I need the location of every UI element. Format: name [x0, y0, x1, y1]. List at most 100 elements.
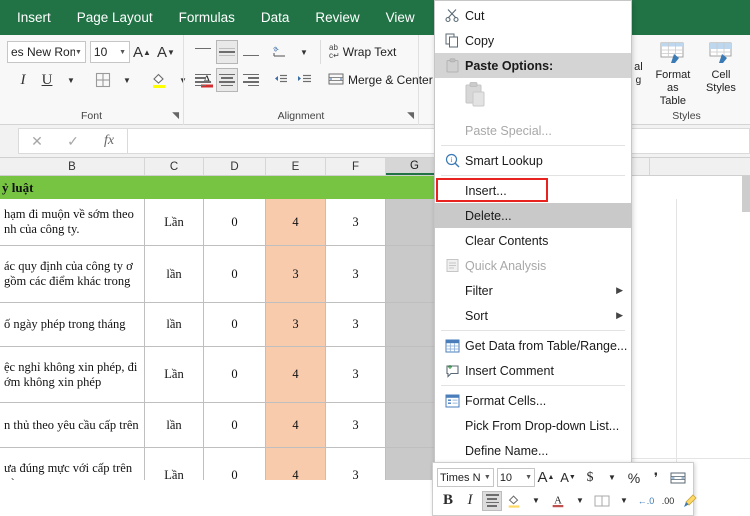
- fx-icon[interactable]: fx: [91, 129, 127, 153]
- tab-data[interactable]: Data: [248, 0, 303, 35]
- italic-button[interactable]: I: [12, 68, 34, 92]
- menu-item-delete[interactable]: Delete...: [435, 203, 631, 228]
- tab-review[interactable]: Review: [302, 0, 372, 35]
- align-bottom-button[interactable]: [240, 40, 262, 64]
- column-header-C[interactable]: C: [145, 158, 204, 175]
- cell-E[interactable]: 4: [266, 199, 326, 246]
- font-name-combo[interactable]: es New Romar ▼: [7, 41, 86, 63]
- menu-item-define-name[interactable]: Define Name...: [435, 438, 631, 463]
- cell-F[interactable]: 3: [326, 448, 386, 480]
- menu-item-pick-from-dropdown[interactable]: Pick From Drop-down List...: [435, 413, 631, 438]
- align-middle-button[interactable]: [216, 40, 238, 64]
- chevron-down-icon[interactable]: ▼: [602, 468, 622, 488]
- merge-cells-icon[interactable]: [668, 468, 688, 488]
- chevron-down-icon[interactable]: ▼: [570, 491, 590, 511]
- mini-bold-button[interactable]: B: [438, 491, 458, 511]
- worksheet-grid[interactable]: ỷ luật hạm đi muộn về sớm theo nh của cô…: [0, 176, 750, 480]
- orientation-dropdown-icon[interactable]: ▼: [293, 40, 315, 64]
- align-right-button[interactable]: [240, 68, 262, 92]
- cell-D[interactable]: 0: [204, 448, 266, 480]
- underline-button[interactable]: U: [36, 68, 58, 92]
- mini-percent-button[interactable]: %: [624, 468, 644, 488]
- mini-font-size-combo[interactable]: 10 ▼: [496, 468, 535, 487]
- mini-font-name-combo[interactable]: Times N ▼: [437, 468, 494, 487]
- tab-page-layout[interactable]: Page Layout: [64, 0, 166, 35]
- table-row[interactable]: ác quy định của công ty ơ gồm các điểm k…: [0, 246, 750, 303]
- mini-currency-button[interactable]: $: [580, 468, 600, 488]
- fill-color-icon[interactable]: [148, 68, 170, 92]
- increase-indent-icon[interactable]: [293, 68, 315, 92]
- format-painter-icon[interactable]: [680, 491, 700, 511]
- font-dialog-launcher[interactable]: ◥: [172, 110, 179, 121]
- cell-D[interactable]: 0: [204, 303, 266, 347]
- orientation-icon[interactable]: a: [269, 40, 291, 64]
- shrink-font-button[interactable]: A ▼: [155, 40, 177, 64]
- mini-shrink-font-button[interactable]: A ▼: [558, 468, 578, 488]
- close-icon[interactable]: ✕: [19, 129, 55, 153]
- menu-item-format-cells[interactable]: Format Cells...: [435, 388, 631, 413]
- menu-paste-preview-row[interactable]: [435, 78, 631, 118]
- format-as-table-button[interactable]: Format as Table: [649, 39, 697, 108]
- context-menu[interactable]: Cut Copy Paste Options: Paste Special...…: [434, 0, 632, 491]
- menu-item-filter[interactable]: Filter ▶: [435, 278, 631, 303]
- cell-E[interactable]: 4: [266, 347, 326, 403]
- menu-item-cut[interactable]: Cut: [435, 3, 631, 28]
- cell-F[interactable]: 3: [326, 199, 386, 246]
- align-left-button[interactable]: [192, 68, 214, 92]
- tab-view[interactable]: View: [373, 0, 428, 35]
- menu-item-clear-contents[interactable]: Clear Contents: [435, 228, 631, 253]
- menu-item-insert-comment[interactable]: Insert Comment: [435, 358, 631, 383]
- table-row[interactable]: ệc nghỉ không xin phép, đi ớm không xin …: [0, 347, 750, 403]
- grow-font-button[interactable]: A ▲: [131, 40, 153, 64]
- cell-C[interactable]: Lần: [145, 448, 204, 480]
- column-header-F[interactable]: F: [326, 158, 386, 175]
- table-row[interactable]: hạm đi muộn về sớm theo nh của công ty. …: [0, 199, 750, 246]
- cell-C[interactable]: lần: [145, 403, 204, 448]
- cell-D[interactable]: 0: [204, 199, 266, 246]
- vertical-scrollbar-thumb[interactable]: [742, 176, 750, 212]
- align-center-button[interactable]: [216, 68, 238, 92]
- cell-B[interactable]: ố ngày phép trong tháng: [0, 303, 145, 347]
- tab-insert[interactable]: Insert: [4, 0, 64, 35]
- cell-D[interactable]: 0: [204, 403, 266, 448]
- menu-item-get-data-from-table[interactable]: Get Data from Table/Range...: [435, 333, 631, 358]
- menu-item-smart-lookup[interactable]: i Smart Lookup: [435, 148, 631, 173]
- cell-F[interactable]: 3: [326, 303, 386, 347]
- paste-ghost-icon[interactable]: [463, 81, 487, 116]
- column-header-B[interactable]: B: [0, 158, 145, 175]
- menu-item-sort[interactable]: Sort ▶: [435, 303, 631, 328]
- cell-B[interactable]: ưa đúng mực với cấp trên và p: [0, 448, 145, 480]
- mini-toolbar[interactable]: Times N ▼ 10 ▼ A▲ A▼ $ ▼ % ❜ B I ▼ A ▼: [432, 462, 697, 516]
- cell-B[interactable]: ác quy định của công ty ơ gồm các điểm k…: [0, 246, 145, 303]
- cell-B[interactable]: ệc nghỉ không xin phép, đi ớm không xin …: [0, 347, 145, 403]
- cell-C[interactable]: lần: [145, 246, 204, 303]
- font-color-icon[interactable]: A: [548, 491, 568, 511]
- cell-styles-button[interactable]: Cell Styles: [697, 39, 745, 95]
- borders-dropdown-icon[interactable]: ▼: [116, 68, 138, 92]
- increase-decimal-button[interactable]: .00: [658, 491, 678, 511]
- font-size-combo[interactable]: 10 ▼: [89, 41, 130, 63]
- align-center-icon[interactable]: [482, 490, 502, 511]
- underline-dropdown-icon[interactable]: ▼: [60, 68, 82, 92]
- mini-grow-font-button[interactable]: A ▲: [536, 468, 556, 488]
- cell-D[interactable]: 0: [204, 347, 266, 403]
- cell-E[interactable]: 4: [266, 448, 326, 480]
- chevron-down-icon[interactable]: ▼: [526, 491, 546, 511]
- cell-B[interactable]: n thủ theo yêu cầu cấp trên: [0, 403, 145, 448]
- borders-icon[interactable]: [92, 68, 114, 92]
- cell-F[interactable]: 3: [326, 246, 386, 303]
- cell-E[interactable]: 3: [266, 246, 326, 303]
- cell-D[interactable]: 0: [204, 246, 266, 303]
- chevron-down-icon[interactable]: ▼: [614, 491, 634, 511]
- cell-F[interactable]: 3: [326, 403, 386, 448]
- name-box[interactable]: [0, 129, 18, 153]
- fill-color-icon[interactable]: [504, 491, 524, 511]
- align-top-button[interactable]: [192, 40, 214, 64]
- cell-C[interactable]: lần: [145, 303, 204, 347]
- table-row[interactable]: ố ngày phép trong tháng lần 0 3 3: [0, 303, 750, 347]
- alignment-dialog-launcher[interactable]: ◥: [407, 110, 414, 121]
- wrap-text-button[interactable]: ab c↵ Wrap Text: [325, 40, 400, 64]
- decrease-indent-icon[interactable]: [269, 68, 291, 92]
- column-header-D[interactable]: D: [204, 158, 266, 175]
- tab-formulas[interactable]: Formulas: [166, 0, 248, 35]
